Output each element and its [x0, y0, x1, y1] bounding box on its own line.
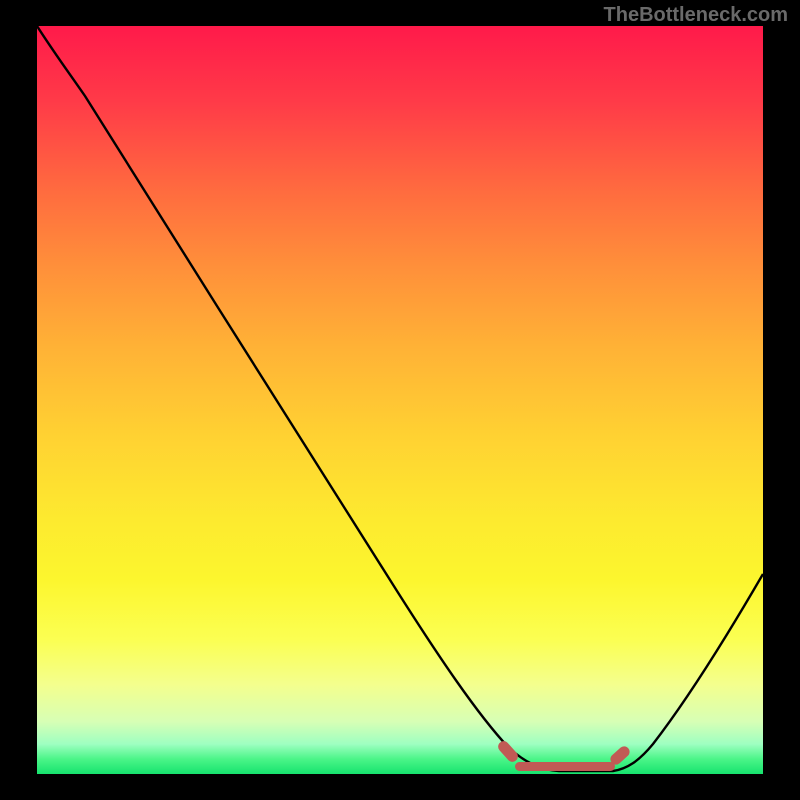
curve-minimum-highlight-flat — [515, 762, 615, 771]
chart-curve-svg — [37, 26, 763, 774]
chart-plot-area — [37, 26, 763, 774]
watermark-text: TheBottleneck.com — [604, 4, 788, 27]
bottleneck-curve-path — [37, 26, 763, 771]
